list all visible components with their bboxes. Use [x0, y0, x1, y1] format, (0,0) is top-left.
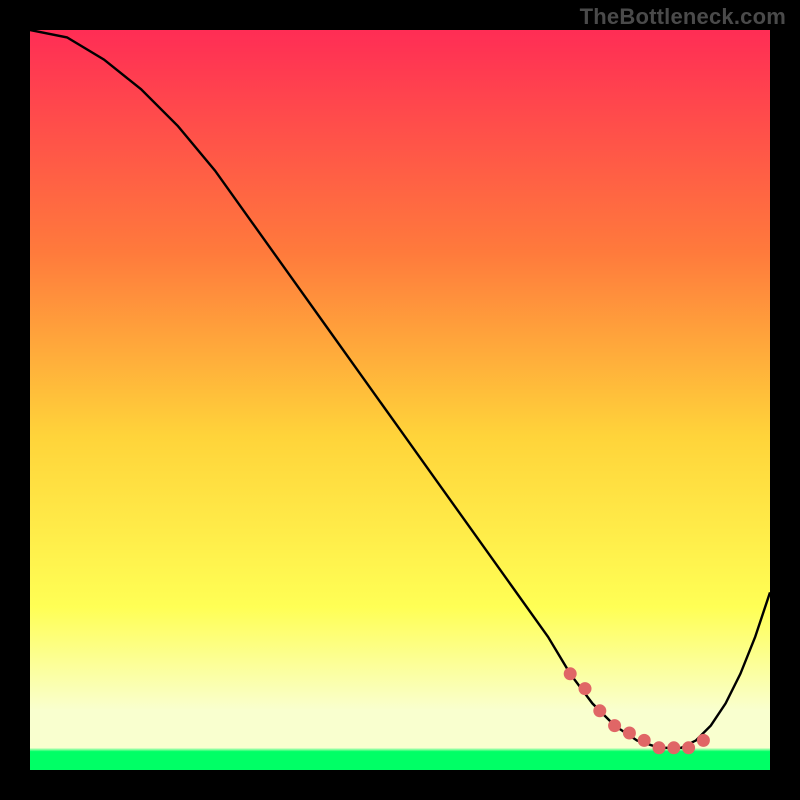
optimal-marker — [653, 741, 666, 754]
optimal-marker — [638, 734, 651, 747]
heatmap-background — [30, 30, 770, 770]
optimal-marker — [579, 682, 592, 695]
optimal-marker — [667, 741, 680, 754]
optimal-marker — [697, 734, 710, 747]
plot-svg — [30, 30, 770, 770]
optimal-marker — [608, 719, 621, 732]
optimal-marker — [623, 727, 636, 740]
optimal-marker — [564, 667, 577, 680]
watermark-text: TheBottleneck.com — [580, 4, 786, 30]
plot-area — [30, 30, 770, 770]
chart-stage: TheBottleneck.com — [0, 0, 800, 800]
optimal-marker — [682, 741, 695, 754]
optimal-marker — [593, 704, 606, 717]
